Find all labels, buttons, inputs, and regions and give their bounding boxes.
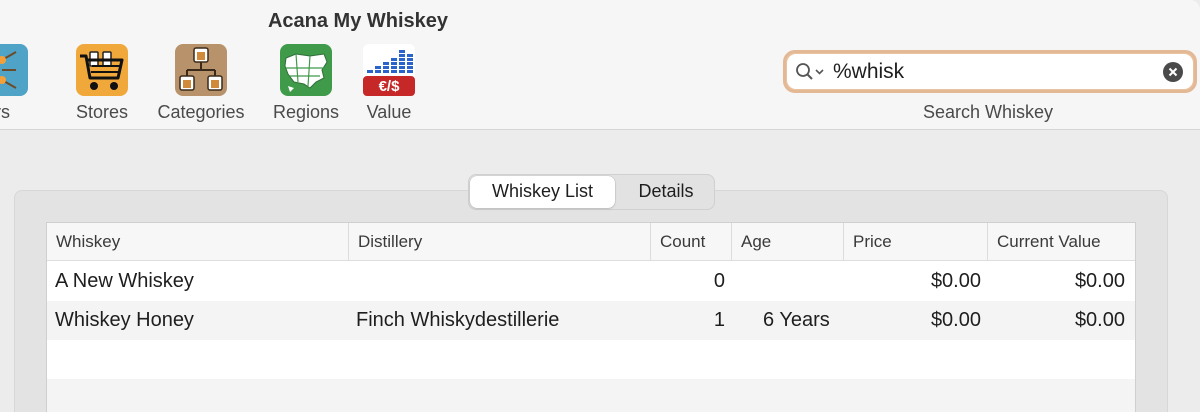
tab-details[interactable]: Details (617, 175, 715, 209)
cell-whiskey: A New Whiskey (55, 270, 194, 292)
toolbar-item-distributors[interactable]: utors (0, 44, 60, 128)
shopping-cart-icon (76, 44, 128, 96)
column-header-price[interactable]: Price (844, 223, 988, 261)
window-title: Acana My Whiskey (267, 10, 449, 32)
toolbar-label-categories: Categories (157, 102, 245, 122)
categories-icon (175, 44, 227, 96)
table-row-empty (47, 340, 1135, 379)
cell-count: 1 (713, 309, 725, 331)
whiskey-table: Whiskey Distillery Count Age Price Curre… (46, 222, 1136, 412)
table-row-empty (47, 379, 1135, 412)
map-icon (280, 44, 332, 96)
toolbar-label-regions: Regions (272, 102, 340, 122)
cell-whiskey: Whiskey Honey (55, 309, 194, 331)
distributors-icon (0, 44, 28, 96)
toolbar-item-categories[interactable]: Categories (150, 44, 252, 128)
table-row[interactable]: Whiskey Honey Finch Whiskydestillerie 1 … (47, 301, 1135, 340)
tab-whiskey-list[interactable]: Whiskey List (470, 176, 615, 208)
table-header: Whiskey Distillery Count Age Price Curre… (47, 223, 1135, 261)
search-field[interactable] (787, 54, 1193, 89)
value-badge-text: €/$ (379, 78, 401, 95)
toolbar: Acana My Whiskey utors (0, 0, 1200, 130)
toolbar-item-stores[interactable]: Stores (66, 44, 138, 128)
clear-search-icon[interactable] (1163, 62, 1183, 82)
table-row[interactable]: A New Whiskey 0 $0.00 $0.00 (47, 262, 1135, 301)
search-label: Search Whiskey (922, 102, 1054, 122)
toolbar-label-distributors: utors (0, 102, 11, 122)
toolbar-label-stores: Stores (75, 102, 129, 122)
toolbar-item-regions[interactable]: Regions (268, 44, 344, 128)
column-header-current-value[interactable]: Current Value (988, 223, 1137, 261)
column-header-age[interactable]: Age (732, 223, 844, 261)
cell-count: 0 (713, 270, 725, 292)
cell-distillery: Finch Whiskydestillerie (356, 309, 560, 331)
cell-current-value: $0.00 (1074, 309, 1125, 331)
column-header-count[interactable]: Count (651, 223, 732, 261)
view-switcher: Whiskey List Details (468, 174, 715, 210)
value-chart-icon: €/$ (363, 44, 415, 96)
search-input[interactable] (833, 59, 1153, 85)
column-header-whiskey[interactable]: Whiskey (47, 223, 349, 261)
cell-age: 6 Years (763, 309, 830, 331)
cell-price: $0.00 (930, 270, 981, 292)
toolbar-label-value: Value (366, 102, 412, 122)
search-icon[interactable] (795, 62, 827, 82)
cell-price: $0.00 (930, 309, 981, 331)
column-header-distillery[interactable]: Distillery (349, 223, 651, 261)
search-field-focus-ring (783, 50, 1197, 93)
cell-current-value: $0.00 (1074, 270, 1125, 292)
toolbar-item-value[interactable]: €/$ Value (356, 44, 422, 128)
